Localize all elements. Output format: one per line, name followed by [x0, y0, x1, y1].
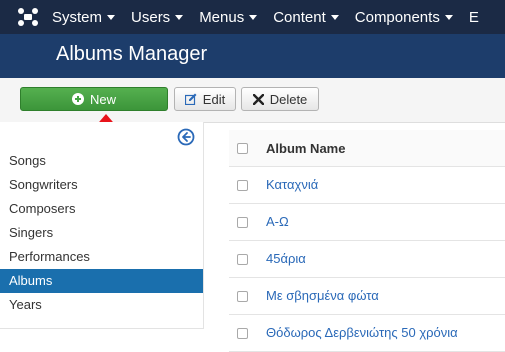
new-button[interactable]: New [20, 87, 168, 111]
caret-down-icon [107, 14, 116, 20]
nav-item-extensions[interactable]: E [461, 0, 487, 34]
toolbar: New Edit Delete [0, 78, 505, 123]
nav-label: E [468, 8, 479, 26]
row-checkbox[interactable] [237, 254, 248, 265]
edit-icon [184, 93, 197, 105]
page-title: Albums Manager [56, 43, 208, 65]
caret-down-icon [330, 14, 339, 20]
sidebar-item-songs[interactable]: Songs [0, 149, 203, 173]
album-name-link[interactable]: Α-Ω [266, 214, 289, 229]
caret-down-icon [444, 14, 453, 20]
table-row: Καταχνιά [229, 167, 505, 204]
table-row: Με σβησμένα φώτα [229, 278, 505, 315]
delete-button[interactable]: Delete [241, 87, 319, 111]
table-row: Θόδωρος Δερβενιώτης 50 χρόνια [229, 315, 505, 352]
nav-label: Components [354, 8, 440, 26]
new-button-label: New [89, 91, 116, 107]
album-name-link[interactable]: 45άρια [266, 251, 306, 266]
nav-menu: System Users Menus Content Components E [44, 0, 487, 34]
table-row: Α-Ω [229, 204, 505, 241]
sidebar-item-songwriters[interactable]: Songwriters [0, 173, 203, 197]
album-name-link[interactable]: Με σβησμένα φώτα [266, 288, 379, 303]
sidebar-item-performances[interactable]: Performances [0, 245, 203, 269]
table-row: 45άρια [229, 241, 505, 278]
nav-label: Users [131, 8, 171, 26]
nav-item-users[interactable]: Users [123, 0, 191, 34]
row-checkbox[interactable] [237, 291, 248, 302]
row-checkbox[interactable] [237, 217, 248, 228]
album-name-link[interactable]: Καταχνιά [266, 177, 318, 192]
select-all-checkbox[interactable] [237, 143, 248, 154]
plus-circle-icon [71, 93, 84, 105]
sidebar-item-albums[interactable]: Albums [0, 269, 203, 293]
row-checkbox[interactable] [237, 328, 248, 339]
sidebar-item-composers[interactable]: Composers [0, 197, 203, 221]
edit-button-label: Edit [202, 91, 226, 107]
sidebar-list: Songs Songwriters Composers Singers Perf… [0, 149, 203, 317]
edit-button[interactable]: Edit [174, 87, 236, 111]
sidebar-item-years[interactable]: Years [0, 293, 203, 317]
close-icon [252, 93, 264, 105]
collapse-sidebar-icon[interactable] [177, 128, 195, 146]
nav-item-menus[interactable]: Menus [191, 0, 265, 34]
nav-label: Menus [199, 8, 245, 26]
table-header-row: Album Name [229, 130, 505, 167]
sidebar: Songs Songwriters Composers Singers Perf… [0, 122, 204, 329]
top-navbar: System Users Menus Content Components E [0, 0, 505, 34]
nav-label: Content [273, 8, 326, 26]
title-bar: Albums Manager [0, 34, 505, 78]
albums-table: Album Name Καταχνιά Α-Ω 45άρια Με σβησμέ… [229, 130, 505, 352]
column-header-album-name[interactable]: Album Name [266, 141, 345, 156]
row-checkbox[interactable] [237, 180, 248, 191]
caret-down-icon [249, 14, 258, 20]
sidebar-item-singers[interactable]: Singers [0, 221, 203, 245]
nav-item-components[interactable]: Components [347, 0, 461, 34]
nav-label: System [52, 8, 103, 26]
album-name-link[interactable]: Θόδωρος Δερβενιώτης 50 χρόνια [266, 325, 458, 340]
nav-item-system[interactable]: System [44, 0, 123, 34]
nav-item-content[interactable]: Content [265, 0, 347, 34]
joomla-logo-icon[interactable] [16, 6, 40, 28]
delete-button-label: Delete [269, 91, 308, 107]
caret-down-icon [175, 14, 184, 20]
